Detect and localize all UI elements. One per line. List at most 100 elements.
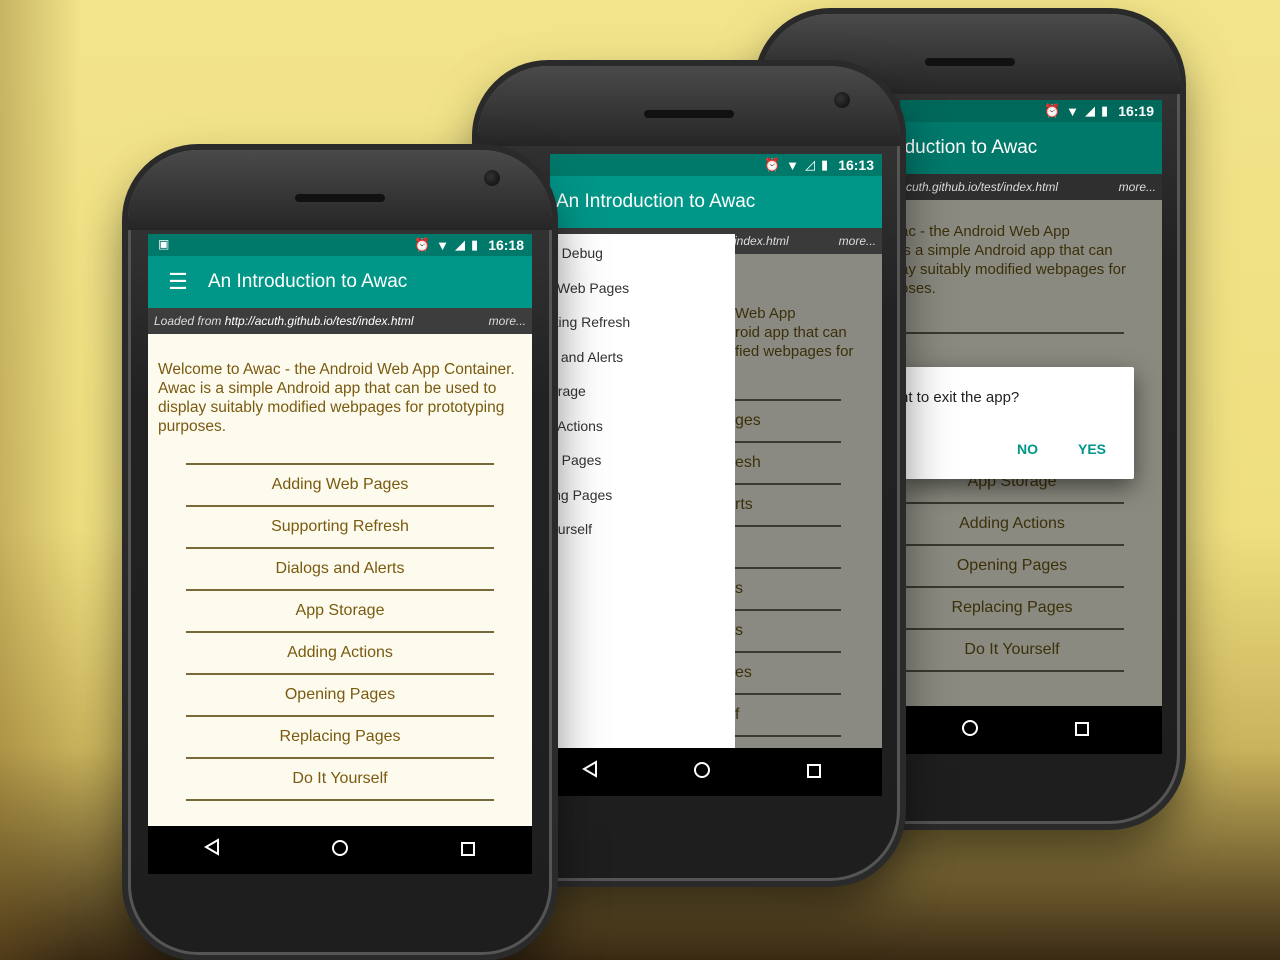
- exit-dialog: nt to exit the app? NO YES: [900, 367, 1134, 479]
- menu-list: Adding Web Pages Supporting Refresh Dial…: [186, 463, 494, 801]
- alarm-icon: ⏰: [763, 157, 781, 172]
- dialog-yes-button[interactable]: YES: [1078, 441, 1106, 457]
- list-item[interactable]: Replacing Pages: [900, 588, 1124, 628]
- url-text[interactable]: cuth.github.io/test/index.html: [906, 180, 1119, 194]
- list-item[interactable]: ges: [735, 401, 841, 441]
- home-icon: [962, 719, 978, 736]
- list-item[interactable]: Dialogs and Alerts: [186, 549, 494, 589]
- status-bar: ▣ ⏰ ▼ ◢ ▮ 16:18: [148, 234, 532, 256]
- dialog-no-button[interactable]: NO: [1017, 441, 1038, 457]
- alarm-icon: ⏰: [413, 237, 431, 252]
- menu-list: App Storage Adding Actions Opening Pages…: [900, 462, 1124, 672]
- drawer-item[interactable]: s and Alerts: [550, 340, 735, 375]
- dialog-message: nt to exit the app?: [900, 389, 1020, 406]
- phone-left-screen: ▣ ⏰ ▼ ◢ ▮ 16:18 ☰ An Introduction to Awa…: [148, 234, 532, 874]
- nav-bar: [148, 826, 532, 874]
- more-link[interactable]: more...: [489, 314, 526, 328]
- wifi-icon: ▼: [786, 157, 800, 173]
- url-prefix: Loaded from: [154, 314, 225, 328]
- home-icon: [694, 761, 710, 778]
- url-text[interactable]: http://acuth.github.io/test/index.html: [225, 314, 414, 328]
- signal-icon: ◿: [805, 157, 816, 172]
- status-time: 16:18: [488, 237, 524, 253]
- back-button[interactable]: [560, 760, 620, 784]
- home-button[interactable]: [940, 719, 1000, 742]
- intro-line: roid app that can: [735, 324, 847, 341]
- back-icon: [204, 838, 219, 856]
- list-item[interactable]: Opening Pages: [186, 675, 494, 715]
- url-line: Loaded from http://acuth.github.io/test/…: [154, 314, 489, 328]
- status-bar: ⏰ ▼ ◿ ▮ 16:13: [550, 154, 882, 176]
- battery-icon: ▮: [821, 157, 829, 172]
- home-icon: [332, 839, 348, 856]
- hamburger-menu-icon[interactable]: ☰: [148, 269, 208, 295]
- list-item[interactable]: Do It Yourself: [900, 630, 1124, 670]
- url-bar: Loaded from http://acuth.github.io/test/…: [148, 308, 532, 334]
- back-icon: [582, 760, 597, 778]
- recents-icon: [1075, 721, 1089, 736]
- phone-left: ▣ ⏰ ▼ ◢ ▮ 16:18 ☰ An Introduction to Awa…: [128, 150, 552, 955]
- home-button[interactable]: [310, 839, 370, 862]
- more-link[interactable]: more...: [839, 234, 876, 248]
- drawer-item[interactable]: e Debug: [550, 236, 735, 271]
- list-item[interactable]: Supporting Refresh: [186, 507, 494, 547]
- intro-text: Welcome to Awac - the Android Web App Co…: [158, 361, 515, 435]
- drawer-item[interactable]: orage: [550, 374, 735, 409]
- drawer-item[interactable]: rting Refresh: [550, 305, 735, 340]
- list-item[interactable]: esh: [735, 443, 841, 483]
- list-item[interactable]: Replacing Pages: [186, 717, 494, 757]
- intro-text: ac - the Android Web App is a simple And…: [900, 223, 1126, 297]
- divider: [900, 670, 1124, 672]
- recents-button[interactable]: [1052, 719, 1112, 742]
- wifi-icon: ▼: [1066, 103, 1080, 119]
- drawer-item[interactable]: ing Pages: [550, 478, 735, 513]
- app-bar: ☰ An Introduction to Awac: [148, 256, 532, 308]
- drawer-item[interactable]: ourself: [550, 512, 735, 547]
- app-title: oduction to Awac: [900, 137, 1038, 158]
- list-item[interactable]: rts: [735, 485, 841, 525]
- list-item[interactable]: es: [735, 653, 841, 693]
- list-item[interactable]: [735, 527, 841, 567]
- navigation-drawer: e Debug Web Pages rting Refresh s and Al…: [550, 234, 735, 748]
- intro-line: Web App: [735, 305, 796, 322]
- speaker-grille: [925, 58, 1015, 66]
- recents-button[interactable]: [438, 839, 498, 862]
- status-time: 16:19: [1118, 103, 1154, 119]
- url-bar: cuth.github.io/test/index.html more...: [900, 174, 1162, 200]
- recents-button[interactable]: [784, 761, 844, 784]
- list-item[interactable]: Adding Web Pages: [186, 465, 494, 505]
- list-item[interactable]: App Storage: [186, 591, 494, 631]
- more-link[interactable]: more...: [1119, 180, 1156, 194]
- speaker-grille: [295, 194, 385, 202]
- app-title: An Introduction to Awac: [556, 191, 756, 212]
- bg-menu-list: ges esh rts s s es f: [735, 399, 841, 737]
- list-item[interactable]: Adding Actions: [186, 633, 494, 673]
- list-item[interactable]: f: [735, 695, 841, 735]
- phone-right-screen: ⏰ ▼ ◢ ▮ 16:19 oduction to Awac cuth.gith…: [900, 100, 1162, 754]
- status-bar: ⏰ ▼ ◢ ▮ 16:19: [900, 100, 1162, 122]
- image-notification-icon: ▣: [158, 237, 170, 251]
- list-item[interactable]: Adding Actions: [900, 504, 1124, 544]
- drawer-item[interactable]: g Pages: [550, 443, 735, 478]
- recents-icon: [807, 763, 821, 778]
- status-time: 16:13: [838, 157, 874, 173]
- list-item[interactable]: s: [735, 569, 841, 609]
- list-item[interactable]: s: [735, 611, 841, 651]
- phone-left-bezel: [128, 150, 552, 230]
- drawer-item[interactable]: Actions: [550, 409, 735, 444]
- page-content: Welcome to Awac - the Android Web App Co…: [148, 334, 532, 826]
- intro-line: fied webpages for: [735, 343, 854, 360]
- list-item[interactable]: Do It Yourself: [186, 759, 494, 799]
- divider: [735, 735, 841, 737]
- drawer-item[interactable]: Web Pages: [550, 271, 735, 306]
- back-button[interactable]: [182, 838, 242, 862]
- recents-icon: [461, 841, 475, 856]
- phone-middle-screen: ⏰ ▼ ◿ ▮ 16:13 An Introduction to Awac in…: [550, 154, 882, 796]
- home-button[interactable]: [672, 761, 732, 784]
- intro-text: Web App roid app that can fied webpages …: [735, 304, 853, 361]
- speaker-grille: [644, 110, 734, 118]
- front-camera-icon: [834, 92, 850, 108]
- list-item[interactable]: Opening Pages: [900, 546, 1124, 586]
- background-shade: [0, 0, 80, 960]
- front-camera-icon: [484, 170, 500, 186]
